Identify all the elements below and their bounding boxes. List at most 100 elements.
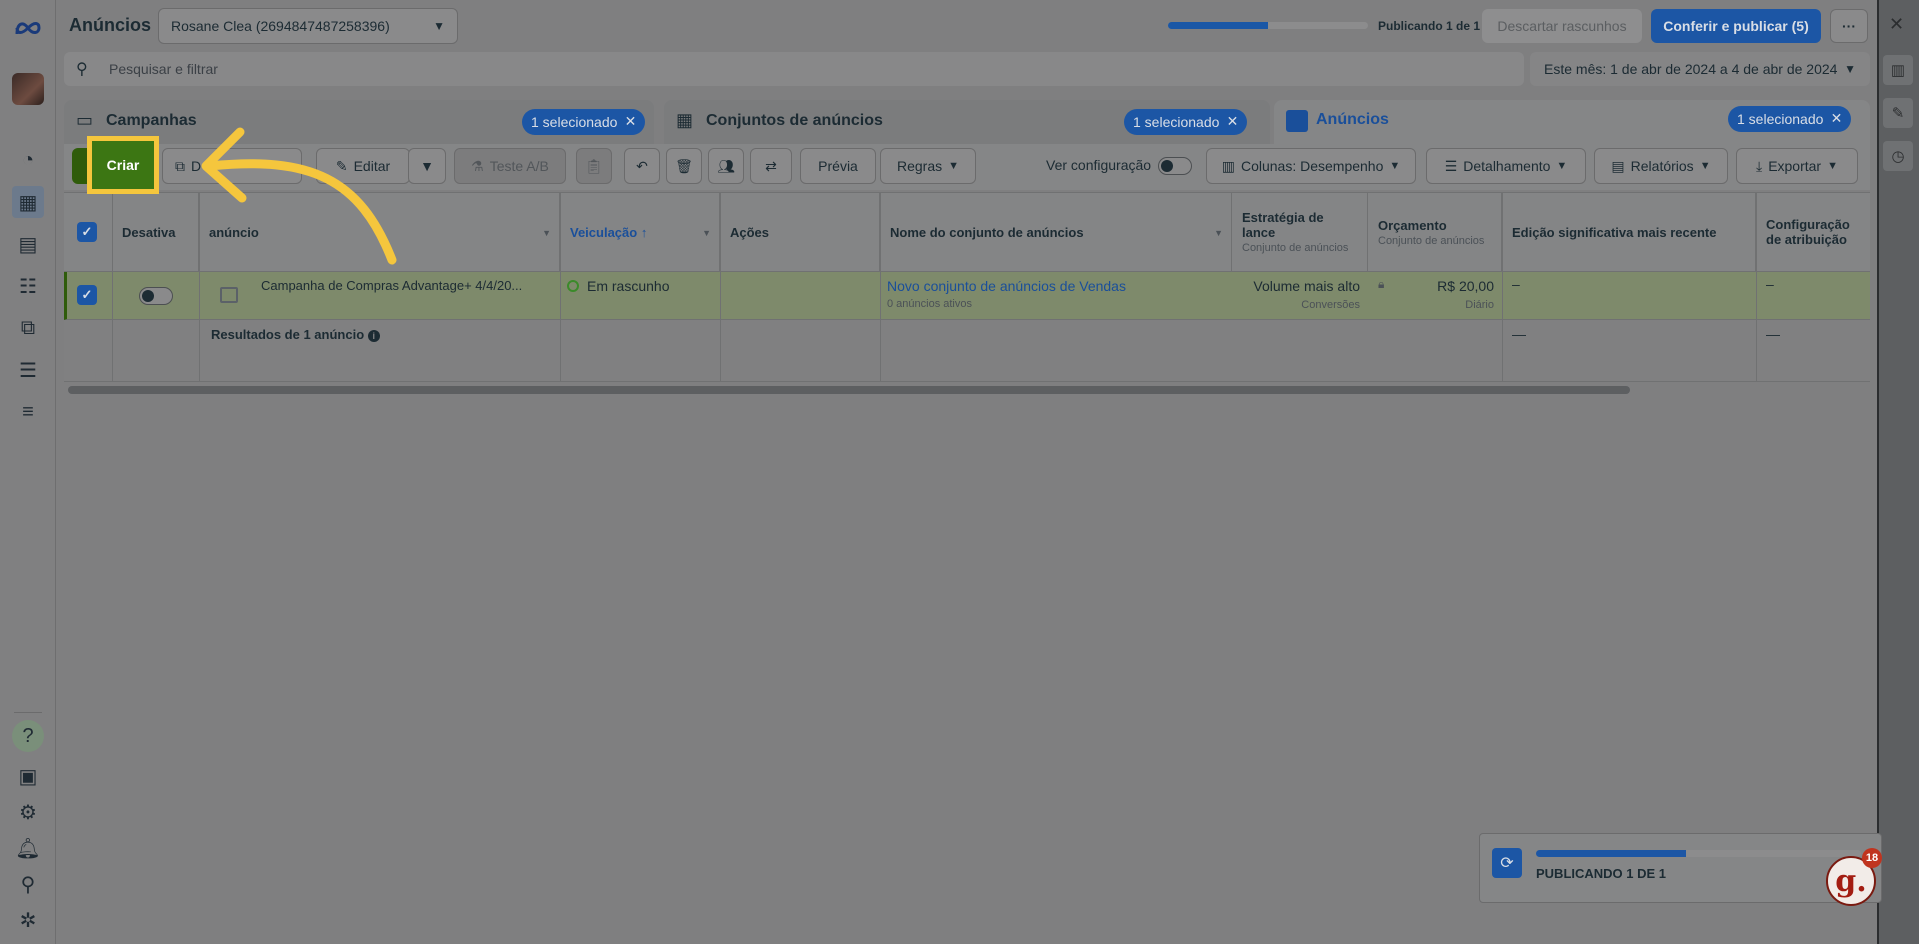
export-button[interactable]: ⤓ Exportar ▼ bbox=[1736, 148, 1858, 184]
clear-selection-icon[interactable]: ✕ bbox=[625, 113, 637, 130]
sort-caret-icon: ▼ bbox=[702, 228, 711, 238]
column-header-last-edit[interactable]: Edição significativa mais recente bbox=[1502, 192, 1756, 272]
account-name: Rosane Clea (2694847487258396) bbox=[171, 18, 390, 34]
audiences-icon[interactable]: ☷ bbox=[12, 270, 44, 302]
left-nav-rail: ◔ ▦ ▤ ☷ ⧉ ☰ ≡ ? ▣ ⚙ 🔔︎ ⚲ ✲ bbox=[0, 0, 56, 944]
edit-pencil-icon[interactable]: ✎ bbox=[1883, 98, 1913, 128]
flask-icon: ⚗ bbox=[471, 157, 484, 174]
account-selector[interactable]: Rosane Clea (2694847487258396) ▼ bbox=[158, 8, 458, 44]
column-header-adset-name[interactable]: Nome do conjunto de anúncios ▼ bbox=[880, 192, 1232, 272]
column-header-budget[interactable]: Orçamento Conjunto de anúncios bbox=[1368, 192, 1502, 272]
ad-on-off-toggle[interactable] bbox=[139, 287, 173, 305]
chevron-down-icon: ▼ bbox=[1844, 62, 1856, 76]
column-header-sublabel: Conjunto de anúncios bbox=[1378, 234, 1485, 247]
clipboard-icon: 📋︎ bbox=[585, 157, 603, 174]
history-clock-icon[interactable]: ◷ bbox=[1883, 141, 1913, 171]
publish-status-text: Publicando 1 de 1 bbox=[1378, 19, 1481, 33]
breakdown-icon: ☰ bbox=[1444, 157, 1458, 174]
delivery-status: Em rascunho bbox=[587, 278, 670, 294]
share-button[interactable]: ⇄ bbox=[750, 148, 792, 184]
breakdown-button[interactable]: ☰ Detalhamento ▼ bbox=[1426, 148, 1586, 184]
date-range-picker[interactable]: Este mês: 1 de abr de 2024 a 4 de abr de… bbox=[1530, 52, 1870, 86]
ab-test-label: Teste A/B bbox=[489, 158, 549, 174]
create-button[interactable]: Criar bbox=[87, 136, 159, 194]
undo-icon: ↶ bbox=[636, 157, 648, 174]
ads-selected-pill[interactable]: 1 selecionado ✕ bbox=[1728, 106, 1852, 132]
column-header-delivery[interactable]: Veiculação ↑ ▼ bbox=[560, 192, 720, 272]
bid-strategy-sub: Conversões bbox=[1301, 299, 1360, 311]
settings-gear-icon[interactable]: ⚙ bbox=[12, 796, 44, 828]
dashboard-gauge-icon[interactable]: ◔ bbox=[12, 144, 44, 176]
info-icon[interactable]: i bbox=[367, 330, 380, 342]
undo-button[interactable]: ↶ bbox=[624, 148, 660, 184]
results-last-edit: — bbox=[1512, 326, 1526, 342]
all-tools-menu-icon[interactable]: ≡ bbox=[12, 396, 44, 428]
people-icon: 👥︎ bbox=[717, 157, 735, 174]
grid-line bbox=[880, 192, 881, 382]
export-label: Exportar bbox=[1768, 158, 1822, 174]
date-range-label: Este mês: 1 de abr de 2024 a 4 de abr de… bbox=[1544, 61, 1838, 77]
bug-report-icon[interactable]: ✲ bbox=[12, 904, 44, 936]
select-all-checkbox[interactable]: ✓ bbox=[77, 222, 97, 242]
news-icon[interactable]: ▣ bbox=[12, 760, 44, 792]
chart-icon[interactable]: ▥ bbox=[1883, 55, 1913, 85]
notification-count-badge: 18 bbox=[1862, 848, 1882, 868]
ad-sets-selected-pill[interactable]: 1 selecionado ✕ bbox=[1124, 109, 1248, 135]
column-header-actions[interactable]: Ações bbox=[720, 192, 880, 272]
tutorial-arrow-icon bbox=[201, 127, 397, 265]
rules-label: Regras bbox=[896, 158, 943, 174]
column-header-toggle[interactable]: Desativa bbox=[112, 192, 199, 272]
adset-name-link[interactable]: Novo conjunto de anúncios de Vendas bbox=[887, 278, 1126, 294]
rules-button[interactable]: Regras ▼ bbox=[880, 148, 976, 184]
reports-icon: ▤ bbox=[1611, 157, 1625, 174]
columns-label: Colunas: Desempenho bbox=[1240, 158, 1384, 174]
edit-dropdown-button[interactable]: ▼ bbox=[408, 148, 446, 184]
columns-button[interactable]: ▥ Colunas: Desempenho ▼ bbox=[1206, 148, 1416, 184]
tab-ad-sets-label: Conjuntos de anúncios bbox=[706, 112, 883, 129]
grid-line bbox=[1756, 192, 1757, 382]
tab-ad-sets[interactable]: ▦ Conjuntos de anúncios 1 selecionado ✕ bbox=[664, 100, 1270, 144]
toggle-knob bbox=[142, 290, 154, 302]
row-checkbox[interactable]: ✓ bbox=[77, 285, 97, 305]
catalog-icon[interactable]: ⧉ bbox=[12, 312, 44, 344]
publishing-status: PUBLICANDO 1 DE 1 bbox=[1536, 866, 1667, 881]
discard-drafts-button[interactable]: Descartar rascunhos bbox=[1482, 9, 1642, 43]
pages-icon[interactable]: ▤ bbox=[12, 228, 44, 260]
preview-button[interactable]: Prévia bbox=[800, 148, 876, 184]
chevron-down-icon: ▼ bbox=[1699, 160, 1711, 172]
clipboard-button[interactable]: 📋︎ bbox=[576, 148, 612, 184]
horizontal-scrollbar[interactable] bbox=[68, 386, 1630, 394]
more-options-button[interactable]: ··· bbox=[1830, 9, 1868, 43]
search-icon[interactable]: ⚲ bbox=[12, 868, 44, 900]
column-header-sublabel: Conjunto de anúncios bbox=[1242, 242, 1349, 254]
ab-test-button[interactable]: ⚗ Teste A/B bbox=[454, 148, 566, 184]
meta-logo-icon[interactable] bbox=[12, 12, 44, 44]
column-header-label: Estratégia de lance bbox=[1242, 210, 1324, 240]
ads-manager-table-icon[interactable]: ▦ bbox=[12, 186, 44, 218]
search-icon: ⚲ bbox=[76, 61, 88, 78]
billing-icon[interactable]: ☰ bbox=[12, 354, 44, 386]
reports-button[interactable]: ▤ Relatórios ▼ bbox=[1594, 148, 1728, 184]
campaigns-selected-pill[interactable]: 1 selecionado ✕ bbox=[522, 109, 646, 135]
column-header-bid-strategy[interactable]: Estratégia de lance Conjunto de anúncios bbox=[1232, 192, 1368, 272]
notifications-bell-icon[interactable]: 🔔︎ bbox=[12, 832, 44, 864]
delete-button[interactable]: 🗑︎ bbox=[666, 148, 702, 184]
draft-status-icon bbox=[567, 280, 579, 292]
column-header-attribution[interactable]: Configuração de atribuição bbox=[1756, 192, 1870, 272]
clear-selection-icon[interactable]: ✕ bbox=[1227, 113, 1239, 130]
ad-name[interactable]: Campanha de Compras Advantage+ 4/4/20... bbox=[261, 278, 522, 293]
clear-selection-icon[interactable]: ✕ bbox=[1831, 110, 1843, 127]
search-filter-input[interactable]: ⚲ Pesquisar e filtrar bbox=[64, 52, 1524, 86]
help-icon[interactable]: ? bbox=[12, 720, 44, 752]
close-icon[interactable]: ✕ bbox=[1889, 14, 1904, 35]
tab-ads[interactable]: Anúncios 1 selecionado ✕ bbox=[1274, 100, 1870, 144]
review-and-publish-button[interactable]: Conferir e publicar (5) bbox=[1651, 9, 1821, 43]
breakdown-label: Detalhamento bbox=[1463, 158, 1551, 174]
bid-strategy-value: Volume mais alto bbox=[1253, 278, 1360, 294]
view-config-toggle[interactable] bbox=[1158, 157, 1192, 175]
lock-icon: 🔒︎ bbox=[1378, 277, 1385, 291]
tab-campaigns-label: Campanhas bbox=[106, 112, 197, 129]
audience-button[interactable]: 👥︎ bbox=[708, 148, 744, 184]
avatar[interactable] bbox=[12, 73, 44, 105]
chevron-down-icon: ▼ bbox=[1556, 160, 1568, 172]
